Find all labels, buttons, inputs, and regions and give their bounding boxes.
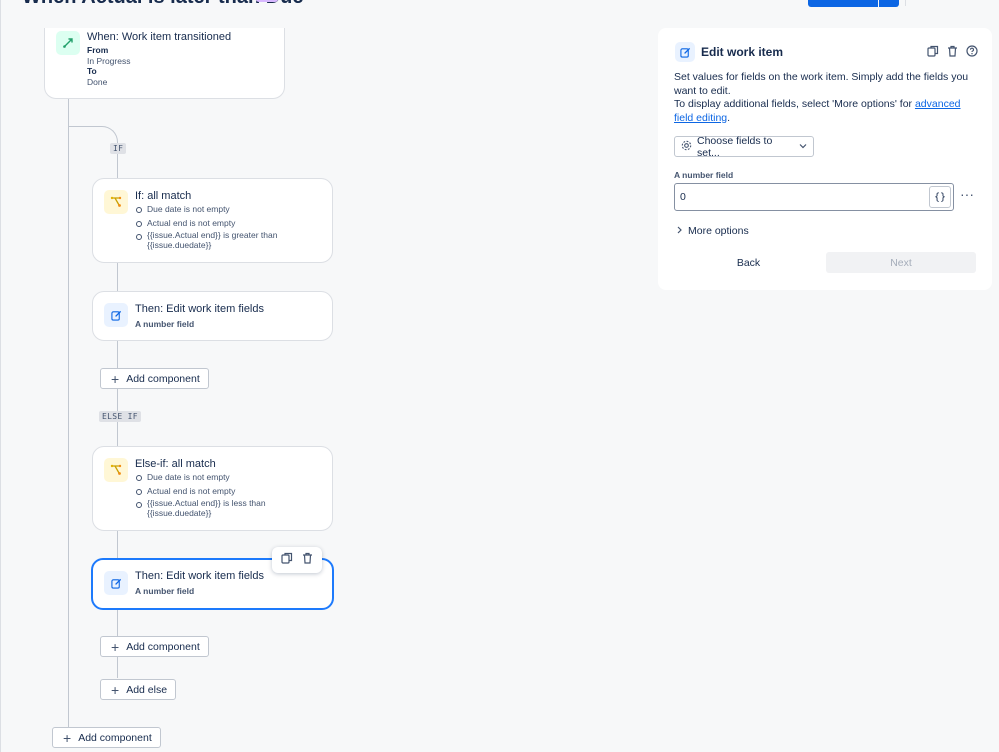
- plus-icon: +: [111, 681, 120, 698]
- add-else-label: Add else: [126, 683, 168, 696]
- add-component-label: Add component: [78, 731, 152, 744]
- branch-icon: [104, 190, 128, 214]
- chevron-down-icon: [799, 141, 807, 153]
- more-options-toggle[interactable]: More options: [676, 225, 749, 237]
- number-field-value: 0: [680, 191, 686, 203]
- choose-fields-label: Choose fields to set...: [697, 134, 773, 159]
- condition-item: Due date is not empty: [136, 203, 277, 217]
- to-label: To: [87, 66, 97, 76]
- top-bar: When Actual is later than Due: [0, 0, 999, 8]
- condition-item: Actual end is not empty: [136, 485, 266, 499]
- number-field-input[interactable]: 0 {}: [674, 183, 954, 211]
- trigger-details: From In Progress To Done: [87, 45, 130, 87]
- if-branch-tag: IF: [110, 143, 127, 154]
- from-value: In Progress: [87, 55, 131, 66]
- if-condition-list: Due date is not empty Actual end is not …: [136, 203, 277, 250]
- canvas-left-border: [0, 0, 1, 752]
- add-component-label: Add component: [126, 372, 200, 385]
- else-if-branch-tag: ELSE IF: [99, 411, 141, 422]
- trash-icon[interactable]: [302, 551, 313, 569]
- plus-icon: +: [111, 370, 120, 387]
- card-action-toolbar: [272, 547, 322, 573]
- toolbar-divider: [905, 0, 906, 6]
- else-if-card-title: Else-if: all match: [135, 458, 216, 470]
- rule-status-badge: [256, 0, 278, 2]
- transition-icon: [56, 31, 80, 55]
- condition-item: {{issue.Actual end}} is greater than {{is…: [136, 230, 277, 250]
- trash-icon[interactable]: [947, 44, 958, 62]
- condition-text: {{issue.Actual end}} is greater than: [147, 230, 278, 240]
- description-suffix: .: [727, 111, 731, 124]
- condition-text: {{issue.duedate}}: [147, 508, 212, 518]
- more-options-label: More options: [688, 225, 749, 237]
- condition-text: {{issue.Actual end}} is less than: [147, 498, 266, 508]
- else-if-condition-card[interactable]: Else-if: all match Due date is not empty…: [92, 446, 333, 531]
- edit-icon: [104, 303, 128, 327]
- branch-icon: [104, 458, 128, 482]
- help-icon[interactable]: [966, 44, 978, 62]
- next-button[interactable]: Next: [826, 252, 976, 273]
- add-component-label: Add component: [126, 640, 200, 653]
- panel-title: Edit work item: [701, 45, 784, 59]
- save-rule-button[interactable]: [808, 0, 878, 7]
- edit-icon: [675, 42, 695, 62]
- add-else-button[interactable]: + Add else: [100, 679, 177, 700]
- from-label: From: [87, 45, 109, 55]
- add-component-button-1[interactable]: + Add component: [100, 368, 209, 389]
- duplicate-icon[interactable]: [281, 551, 293, 569]
- condition-item: {{issue.Actual end}} is less than {{issue…: [136, 498, 266, 518]
- then-2-field: A number field: [135, 586, 195, 596]
- plus-icon: +: [63, 729, 72, 746]
- then-1-title: Then: Edit work item fields: [135, 303, 264, 315]
- add-component-button-2[interactable]: + Add component: [100, 636, 209, 657]
- description-prefix: To display additional fields, select 'Mo…: [674, 98, 915, 110]
- else-if-condition-list: Due date is not empty Actual end is not …: [136, 471, 266, 518]
- choose-fields-dropdown[interactable]: Choose fields to set...: [674, 134, 814, 159]
- description-line-2: To display additional fields, select 'Mo…: [674, 98, 979, 125]
- more-actions-icon[interactable]: ···: [960, 186, 974, 202]
- back-button[interactable]: Back: [674, 252, 823, 273]
- condition-text: {{issue.duedate}}: [147, 240, 212, 250]
- trigger-card[interactable]: When: Work item transitioned From In Pro…: [44, 28, 285, 99]
- to-value: Done: [87, 76, 108, 87]
- panel-toolbar: [927, 44, 978, 62]
- trigger-title: When: Work item transitioned: [87, 31, 232, 43]
- number-field-label: A number field: [674, 170, 734, 180]
- smart-value-button[interactable]: {}: [929, 186, 951, 208]
- plus-icon: +: [111, 638, 120, 655]
- gear-icon: [681, 140, 692, 154]
- then-2-title: Then: Edit work item fields: [135, 570, 264, 582]
- then-1-field: A number field: [135, 319, 195, 329]
- then-edit-card-1[interactable]: Then: Edit work item fields A number fie…: [92, 291, 333, 341]
- chevron-right-icon: [676, 225, 683, 237]
- edit-icon: [104, 571, 128, 595]
- duplicate-icon[interactable]: [927, 44, 939, 62]
- description-line-1: Set values for fields on the work item. …: [674, 71, 969, 97]
- add-component-button-root[interactable]: + Add component: [52, 727, 161, 748]
- panel-description: Set values for fields on the work item. …: [674, 71, 979, 125]
- main-flow-line: [68, 99, 69, 733]
- edit-work-item-panel: Edit work item Set values for fields on …: [658, 28, 992, 290]
- if-card-title: If: all match: [135, 190, 192, 202]
- save-options-button[interactable]: [879, 0, 899, 7]
- condition-item: Actual end is not empty: [136, 217, 277, 231]
- condition-item: Due date is not empty: [136, 471, 266, 485]
- if-condition-card[interactable]: If: all match Due date is not empty Actu…: [92, 178, 333, 263]
